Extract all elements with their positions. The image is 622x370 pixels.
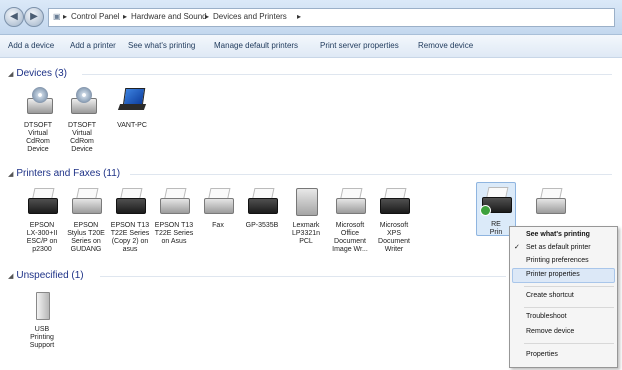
printer-label: EPSON T13 T22E Series on Asus (154, 222, 194, 245)
group-divider (130, 174, 612, 175)
printer-tile[interactable]: GP-3535B (242, 184, 282, 230)
laptop-icon (114, 84, 150, 120)
printers-group-title: Printers and Faxes (11) (16, 168, 121, 179)
menu-printer-properties[interactable]: Printer properties (526, 271, 580, 278)
laser-printer-icon (288, 184, 324, 220)
printer-icon (24, 184, 60, 220)
menu-separator (524, 343, 614, 344)
address-bar: ◀ ▶ ▣ ▸ Control Panel ▸ Hardware and Sou… (0, 0, 622, 35)
device-tile[interactable]: USB Printing Support (22, 288, 62, 350)
menu-printing-preferences[interactable]: Printing preferences (526, 257, 589, 264)
menu-remove-device[interactable]: Remove device (526, 328, 574, 335)
devices-group-title: Devices (3) (16, 68, 67, 79)
printer-label: GP-3535B (245, 222, 279, 229)
printer-icon (244, 184, 280, 220)
device-label: USB Printing Support (29, 326, 55, 349)
device-tile[interactable]: DTSOFT Virtual CdRom Device (18, 84, 58, 154)
add-printer-button[interactable]: Add a printer (70, 41, 116, 50)
context-menu: See what's printing ✓ Set as default pri… (509, 226, 618, 368)
unspecified-group-title: Unspecified (1) (16, 270, 84, 281)
menu-set-default-printer[interactable]: Set as default printer (526, 244, 591, 251)
forward-icon: ▶ (30, 11, 38, 22)
printer-label: EPSON T13 T22E Series (Copy 2) on asus (110, 222, 150, 253)
printer-tile[interactable]: EPSON LX-300+II ESC/P on p2300 (22, 184, 62, 254)
control-panel-icon: ▣ (53, 12, 61, 21)
devices-group-header[interactable]: ◢ Devices (3) (8, 68, 67, 79)
group-divider (82, 74, 612, 75)
back-icon: ◀ (10, 11, 18, 22)
printer-tile[interactable]: EPSON T13 T22E Series on Asus (154, 184, 194, 246)
printer-tile[interactable]: Lexmark LP3321n PCL (286, 184, 326, 246)
printer-icon (112, 184, 148, 220)
printer-label: Microsoft Office Document Image Wr... (332, 222, 368, 253)
remove-device-button[interactable]: Remove device (418, 41, 473, 50)
breadcrumb-control-panel[interactable]: Control Panel (71, 12, 119, 21)
printer-label: EPSON Stylus T20E Series on GUDANG (67, 222, 105, 253)
printer-tile[interactable] (530, 184, 570, 222)
menu-properties[interactable]: Properties (526, 351, 558, 358)
menu-separator (524, 286, 614, 287)
group-divider (100, 276, 506, 277)
add-device-button[interactable]: Add a device (8, 41, 54, 50)
device-label: DTSOFT Virtual CdRom Device (68, 122, 96, 153)
forward-button[interactable]: ▶ (24, 7, 44, 27)
printer-icon (156, 184, 192, 220)
device-tile[interactable]: DTSOFT Virtual CdRom Device (62, 84, 102, 154)
cdrom-icon (20, 84, 56, 120)
default-check-icon (480, 205, 491, 216)
printer-tile[interactable]: Microsoft XPS Document Writer (374, 184, 414, 254)
device-label: DTSOFT Virtual CdRom Device (24, 122, 52, 153)
fax-tile[interactable]: Fax (198, 184, 238, 230)
device-tile[interactable]: VANT-PC (112, 84, 152, 130)
printer-icon (532, 184, 568, 220)
back-button[interactable]: ◀ (4, 7, 24, 27)
printer-tile[interactable]: EPSON Stylus T20E Series on GUDANG (66, 184, 106, 254)
device-label: VANT-PC (117, 122, 147, 129)
breadcrumb-sep: ▸ (63, 12, 68, 21)
collapse-icon: ◢ (8, 171, 14, 178)
printer-label: EPSON LX-300+II ESC/P on p2300 (26, 222, 58, 253)
print-server-properties-button[interactable]: Print server properties (320, 41, 399, 50)
breadcrumb-sep: ▸ (205, 12, 210, 21)
printer-label: Fax (212, 222, 224, 229)
collapse-icon: ◢ (8, 71, 14, 78)
breadcrumb-hardware-and-sound[interactable]: Hardware and Sound (131, 12, 207, 21)
printer-label: Microsoft XPS Document Writer (378, 222, 410, 253)
printer-tile[interactable]: Microsoft Office Document Image Wr... (330, 184, 370, 254)
menu-create-shortcut[interactable]: Create shortcut (526, 292, 574, 299)
manage-default-printers-button[interactable]: Manage default printers (214, 41, 298, 50)
printer-label: Lexmark LP3321n PCL (291, 222, 321, 245)
breadcrumb-devices-and-printers[interactable]: Devices and Printers (213, 12, 287, 21)
usb-device-icon (24, 288, 60, 324)
menu-separator (524, 307, 614, 308)
printer-icon (68, 184, 104, 220)
command-bar: Add a device Add a printer See what's pr… (0, 35, 622, 58)
unspecified-group-header[interactable]: ◢ Unspecified (1) (8, 270, 84, 281)
printers-group-header[interactable]: ◢ Printers and Faxes (11) (8, 168, 120, 179)
cdrom-icon (64, 84, 100, 120)
collapse-icon: ◢ (8, 273, 14, 280)
checkmark-icon: ✓ (514, 244, 520, 251)
printer-tile[interactable]: EPSON T13 T22E Series (Copy 2) on asus (110, 184, 150, 254)
printer-icon (478, 183, 514, 219)
menu-troubleshoot[interactable]: Troubleshoot (526, 313, 567, 320)
breadcrumb-sep: ▸ (297, 12, 302, 21)
printer-icon (376, 184, 412, 220)
breadcrumb[interactable]: ▣ ▸ Control Panel ▸ Hardware and Sound ▸… (48, 8, 615, 27)
menu-see-whats-printing[interactable]: See what's printing (526, 231, 590, 238)
see-whats-printing-button[interactable]: See what's printing (128, 41, 195, 50)
breadcrumb-sep: ▸ (123, 12, 128, 21)
fax-icon (200, 184, 236, 220)
printer-icon (332, 184, 368, 220)
